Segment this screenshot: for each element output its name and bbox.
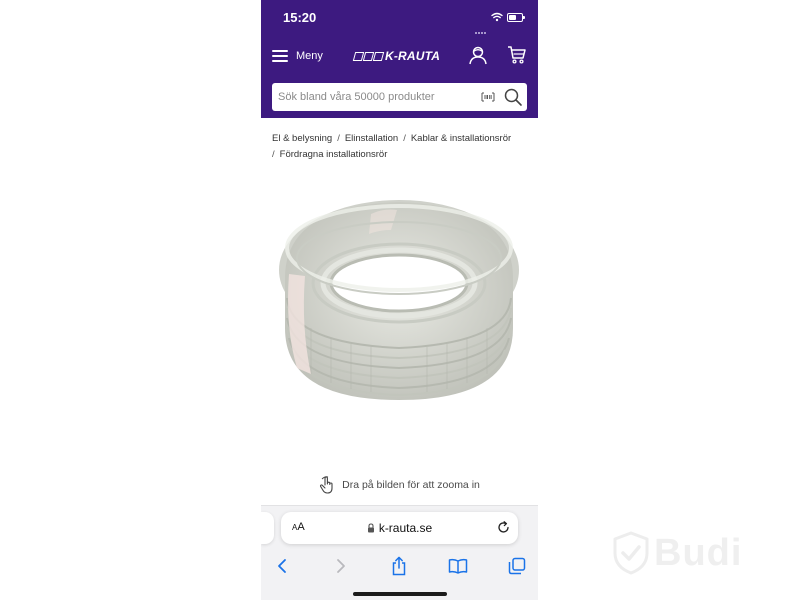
reload-icon[interactable] bbox=[497, 521, 510, 534]
tabs-icon bbox=[508, 557, 526, 575]
menu-label: Meny bbox=[296, 50, 323, 62]
hand-pointer-icon bbox=[320, 476, 333, 494]
tabs-button[interactable] bbox=[503, 552, 531, 580]
site-header: Meny K-RAUTA bbox=[261, 36, 538, 118]
watermark-shield-icon bbox=[613, 531, 649, 575]
lock-icon bbox=[367, 523, 374, 533]
status-time: 15:20 bbox=[283, 10, 317, 25]
back-button[interactable] bbox=[268, 552, 296, 580]
signal-icon bbox=[475, 16, 487, 34]
breadcrumb-link[interactable]: Fördragna installationsrör bbox=[280, 149, 388, 160]
bookmarks-button[interactable] bbox=[444, 552, 472, 580]
url-display[interactable]: k-rauta.se bbox=[281, 512, 518, 544]
breadcrumb-separator: / bbox=[403, 133, 406, 144]
zoom-hint: Dra på bilden för att zooma in bbox=[261, 474, 538, 496]
bookmarks-icon bbox=[448, 558, 468, 574]
breadcrumb-link[interactable]: El & belysning bbox=[272, 133, 332, 144]
search-icon[interactable] bbox=[503, 87, 523, 107]
barcode-scanner-icon[interactable] bbox=[481, 92, 495, 102]
breadcrumb-link[interactable]: Elinstallation bbox=[345, 133, 398, 144]
account-icon[interactable] bbox=[468, 45, 488, 65]
text-size-button[interactable]: AA bbox=[292, 521, 305, 533]
forward-icon bbox=[337, 559, 345, 573]
wifi-icon bbox=[491, 12, 503, 22]
logo-mark-icon bbox=[352, 51, 385, 61]
zoom-hint-text: Dra på bilden för att zooma in bbox=[342, 479, 480, 491]
hamburger-menu-icon bbox=[272, 50, 288, 62]
breadcrumb-separator: / bbox=[272, 149, 275, 160]
screen: 15:20 Meny K-RAUTA Sök bland våra 50000 … bbox=[0, 0, 800, 600]
search-box bbox=[272, 83, 527, 111]
battery-icon bbox=[507, 13, 525, 22]
address-bar[interactable]: k-rauta.se AA bbox=[281, 512, 518, 544]
breadcrumb-separator: / bbox=[337, 133, 340, 144]
watermark: Budi bbox=[612, 530, 742, 576]
forward-button[interactable] bbox=[327, 552, 355, 580]
browser-bottom-bar: k-rauta.se AA bbox=[261, 505, 538, 600]
share-button[interactable] bbox=[385, 552, 413, 580]
k-rauta-logo[interactable]: K-RAUTA bbox=[352, 48, 441, 64]
breadcrumb: El & belysning / Elinstallation / Kablar & i… bbox=[272, 131, 534, 163]
status-bar: 15:20 bbox=[261, 0, 538, 36]
search-input[interactable] bbox=[272, 83, 472, 111]
watermark-text: Budi bbox=[654, 531, 743, 574]
share-icon bbox=[392, 556, 406, 576]
menu-button[interactable]: Meny bbox=[272, 46, 323, 66]
back-icon bbox=[278, 559, 286, 573]
browser-toolbar bbox=[261, 552, 538, 582]
product-image[interactable] bbox=[271, 178, 528, 423]
cart-icon[interactable] bbox=[507, 45, 527, 65]
logo-text: K-RAUTA bbox=[385, 49, 441, 63]
phone-screen: 15:20 Meny K-RAUTA Sök bland våra 50000 … bbox=[261, 0, 538, 600]
previous-tab-edge[interactable] bbox=[261, 512, 274, 544]
home-indicator bbox=[353, 592, 447, 596]
breadcrumb-link[interactable]: Kablar & installationsrör bbox=[411, 133, 511, 144]
url-text: k-rauta.se bbox=[378, 521, 433, 535]
